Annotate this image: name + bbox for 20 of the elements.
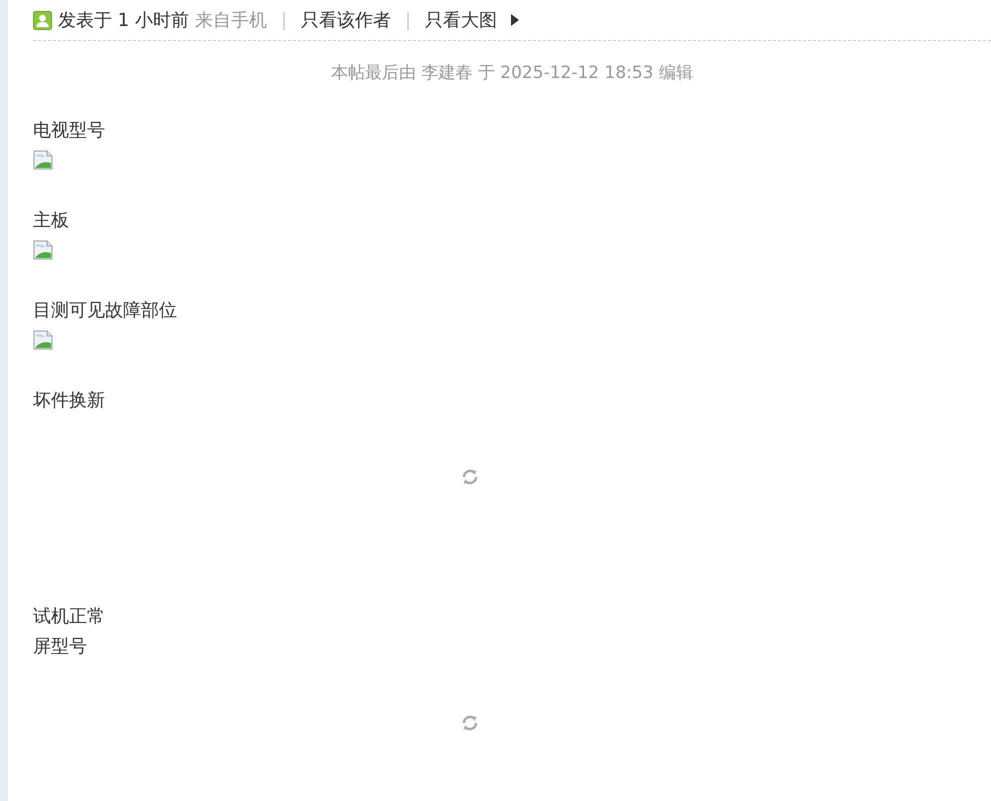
broken-image-icon [33,330,53,350]
edit-note: 本帖最后由 李建春 于 2025-12-12 18:53 编辑 [330,62,694,85]
post-time: 发表于 1 小时前 [58,9,189,32]
loading-icon [460,468,478,486]
broken-image-icon [33,150,53,170]
filter-link[interactable]: 只看大图 [425,8,498,32]
loading-icon [460,714,478,732]
content-text: 主板 [33,209,70,233]
content-text: 坏件换新 [33,389,106,413]
post-source: 来自手机 [194,9,267,32]
triangle-right-icon[interactable] [511,14,520,26]
separator: | [404,10,412,30]
filter-link[interactable]: 只看该作者 [300,8,391,32]
separator: | [280,10,287,30]
content-text: 电视型号 [33,119,106,143]
content-text: 试机正常 [33,605,106,629]
user-icon [33,10,52,30]
broken-image-icon [33,240,53,260]
content-text: 目测可见故障部位 [33,299,178,323]
content-text: 屏型号 [33,635,88,659]
